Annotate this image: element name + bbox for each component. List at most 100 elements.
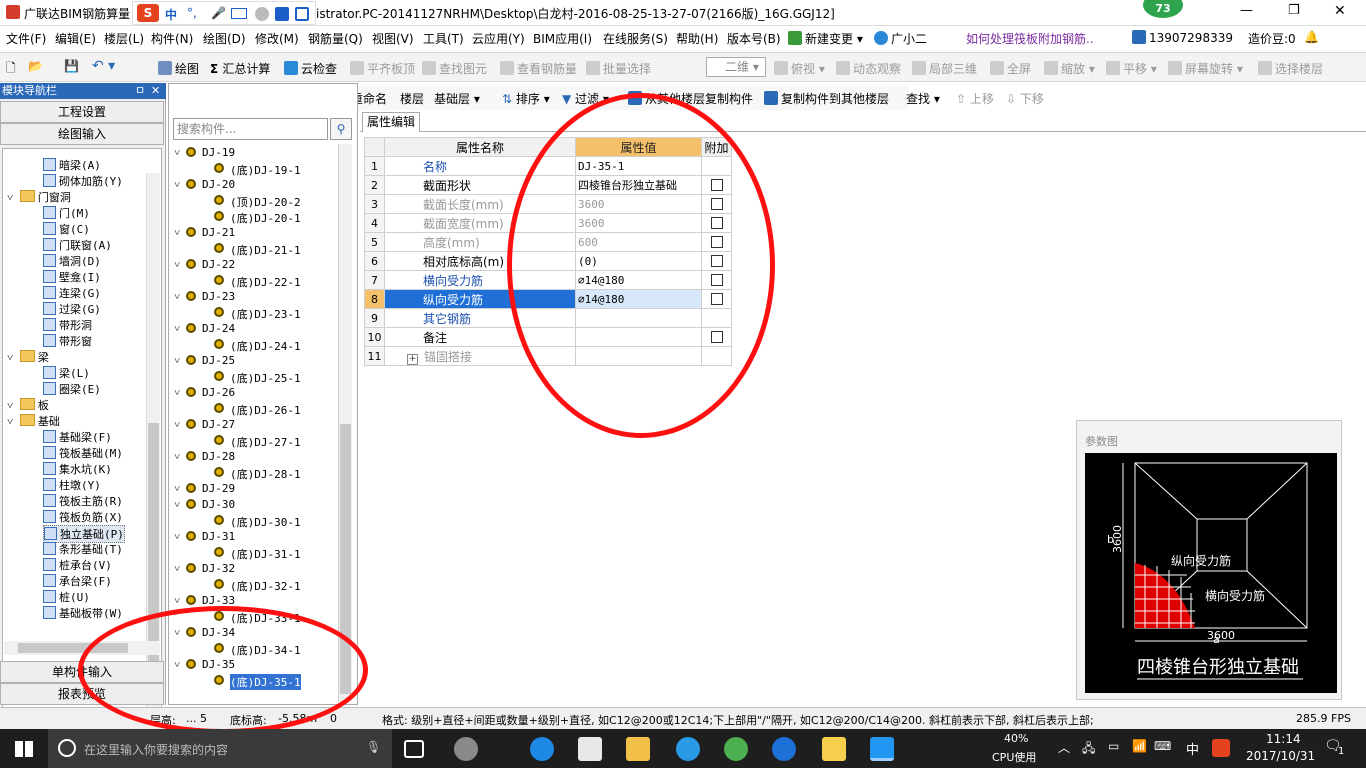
tree-expand-icon[interactable]: ˅ [174, 322, 180, 335]
ime-skin-icon[interactable] [275, 7, 289, 21]
new-change-button[interactable]: 新建变更 ▾ [788, 30, 863, 47]
view-mode-select[interactable]: 二维 ▾ [706, 57, 766, 77]
keyboard-icon[interactable]: ⌨ [1154, 739, 1171, 753]
store-icon[interactable] [578, 737, 602, 761]
select-floor-button[interactable]: 选择楼层 [1258, 60, 1323, 77]
component-item[interactable]: (底)DJ-28-1 [214, 466, 301, 482]
nav-tree-item[interactable]: 承台梁(F) [43, 573, 112, 589]
tree-expand-icon[interactable]: ˅ [174, 450, 180, 463]
nav-tree-item[interactable]: ˅ 板 [7, 397, 49, 413]
component-item[interactable]: (底)DJ-20-1 [214, 210, 301, 226]
pan-button[interactable]: 平移 ▾ [1106, 60, 1157, 77]
component-item[interactable]: (顶)DJ-20-2 [214, 194, 301, 210]
nav-tree-item[interactable]: 基础梁(F) [43, 429, 112, 445]
tree-expand-icon[interactable]: ˅ [174, 562, 180, 575]
undo-icon[interactable]: ↶ ▾ [92, 58, 115, 74]
nav-tree-item[interactable]: 墙洞(D) [43, 253, 101, 269]
nav-tree-item[interactable]: 集水坑(K) [43, 461, 112, 477]
menu-floor[interactable]: 楼层(L) [104, 30, 144, 47]
nav-tree-item[interactable]: 窗(C) [43, 221, 90, 237]
nav-tree-item[interactable]: 门联窗(A) [43, 237, 112, 253]
component-item[interactable]: (底)DJ-19-1 [214, 162, 301, 178]
menu-cloud[interactable]: 云应用(Y) [472, 30, 525, 47]
tree-expand-icon[interactable]: ˅ [174, 498, 180, 511]
tree-expand-icon[interactable]: ˅ [174, 354, 180, 367]
nav-tree-item[interactable]: ˅ 基础 [7, 413, 60, 429]
bell-icon[interactable]: 🔔 [1304, 30, 1319, 44]
menu-rebar[interactable]: 钢筋量(Q) [308, 30, 363, 47]
tree-expand-icon[interactable]: ˅ [7, 399, 20, 412]
wifi-icon[interactable]: 📶 [1132, 739, 1147, 753]
component-item[interactable]: (底)DJ-24-1 [214, 338, 301, 354]
clock-time[interactable]: 11:14 [1266, 732, 1301, 746]
component-item[interactable]: (底)DJ-22-1 [214, 274, 301, 290]
ime-tool-icon[interactable] [295, 7, 309, 21]
tree-expand-icon[interactable]: ˅ [174, 594, 180, 607]
summary-button[interactable]: Σ 汇总计算 [210, 60, 270, 77]
tree-expand-icon[interactable]: ˅ [7, 351, 20, 364]
top-view-button[interactable]: 俯视 ▾ [774, 60, 825, 77]
nav-tree-item[interactable]: 条形基础(T) [43, 541, 123, 557]
tree-expand-icon[interactable]: ˅ [174, 290, 180, 303]
new-file-icon[interactable]: 🗋 [6, 59, 16, 80]
nav-tree-item[interactable]: 连梁(G) [43, 285, 101, 301]
taskbar-search-box[interactable]: 在这里输入你要搜索的内容 🎙 [48, 729, 392, 768]
nav-tree-item[interactable]: 筏板负筋(X) [43, 509, 123, 525]
nav-tree-item[interactable]: 过梁(G) [43, 301, 101, 317]
task-view-icon[interactable] [404, 740, 424, 758]
component-group[interactable]: ˅ DJ-32 [174, 562, 235, 575]
notes-app-icon[interactable] [822, 737, 846, 761]
component-group[interactable]: ˅ DJ-21 [174, 226, 235, 239]
nav-tree-item[interactable]: 圈梁(E) [43, 381, 101, 397]
ie-icon[interactable] [676, 737, 700, 761]
ime-lang-indicator[interactable]: 中 [1186, 739, 1199, 758]
component-group[interactable]: ˅ DJ-19 [174, 146, 235, 159]
tab-property-edit[interactable]: 属性编辑 [362, 112, 420, 132]
component-item[interactable]: (底)DJ-26-1 [214, 402, 301, 418]
move-down-button[interactable]: ⇩ 下移 [1006, 90, 1044, 107]
menu-modify[interactable]: 修改(M) [255, 30, 299, 47]
nav-tree-item[interactable]: 壁龛(I) [43, 269, 101, 285]
copy-to-floor-button[interactable]: 复制构件到其他楼层 [764, 90, 889, 107]
align-top-button[interactable]: 平齐板顶 [350, 60, 415, 77]
menu-draw[interactable]: 绘图(D) [203, 30, 246, 47]
dynamic-view-button[interactable]: 动态观察 [836, 60, 901, 77]
local-3d-button[interactable]: 局部三维 [912, 60, 977, 77]
zoom-button[interactable]: 缩放 ▾ [1044, 60, 1095, 77]
nav-tree-item[interactable]: 梁(L) [43, 365, 90, 381]
menu-file[interactable]: 文件(F) [6, 30, 46, 47]
tray-expand-icon[interactable]: ︿ [1058, 739, 1070, 756]
nav-close-icon[interactable]: ✕ [151, 83, 160, 99]
nav-tree-item[interactable]: 筏板基础(M) [43, 445, 123, 461]
edge-icon[interactable] [530, 737, 554, 761]
component-item[interactable]: (底)DJ-30-1 [214, 514, 301, 530]
save-icon[interactable]: 💾 [64, 59, 79, 73]
tree-expand-icon[interactable]: ˅ [174, 482, 180, 495]
find-button[interactable]: 查找 ▾ [906, 90, 940, 107]
screen-rotate-button[interactable]: 屏幕旋转 ▾ [1168, 60, 1243, 77]
component-group[interactable]: ˅ DJ-20 [174, 178, 235, 191]
view-rebar-button[interactable]: 查看钢筋量 [500, 60, 577, 77]
menu-online[interactable]: 在线服务(S) [603, 30, 668, 47]
cloud-check-button[interactable]: 云检查 [284, 60, 337, 77]
component-group[interactable]: ˅ DJ-26 [174, 386, 235, 399]
file-explorer-icon[interactable] [626, 737, 650, 761]
component-item[interactable]: (底)DJ-32-1 [214, 578, 301, 594]
component-group[interactable]: ˅ DJ-22 [174, 258, 235, 271]
clock-date[interactable]: 2017/10/31 [1246, 749, 1315, 763]
nav-tree-item[interactable]: 桩承台(V) [43, 557, 112, 573]
tree-expand-icon[interactable]: ˅ [174, 418, 180, 431]
tree-expand-icon[interactable]: ˅ [174, 146, 180, 159]
nav-tree-item[interactable]: 筏板主筋(R) [43, 493, 123, 509]
draw-button[interactable]: 绘图 [158, 60, 199, 77]
component-group[interactable]: ˅ DJ-30 [174, 498, 235, 511]
tree-expand-icon[interactable]: ˅ [7, 191, 20, 204]
menu-component[interactable]: 构件(N) [151, 30, 193, 47]
find-element-button[interactable]: 查找图元 [422, 60, 487, 77]
component-group[interactable]: ˅ DJ-27 [174, 418, 235, 431]
project-settings-button[interactable]: 工程设置 [0, 101, 164, 123]
nav-tree-item[interactable]: 暗梁(A) [43, 157, 101, 173]
batch-select-button[interactable]: 批量选择 [586, 60, 651, 77]
nav-tree-item[interactable]: 带形窗 [43, 333, 92, 349]
component-item[interactable]: (底)DJ-21-1 [214, 242, 301, 258]
